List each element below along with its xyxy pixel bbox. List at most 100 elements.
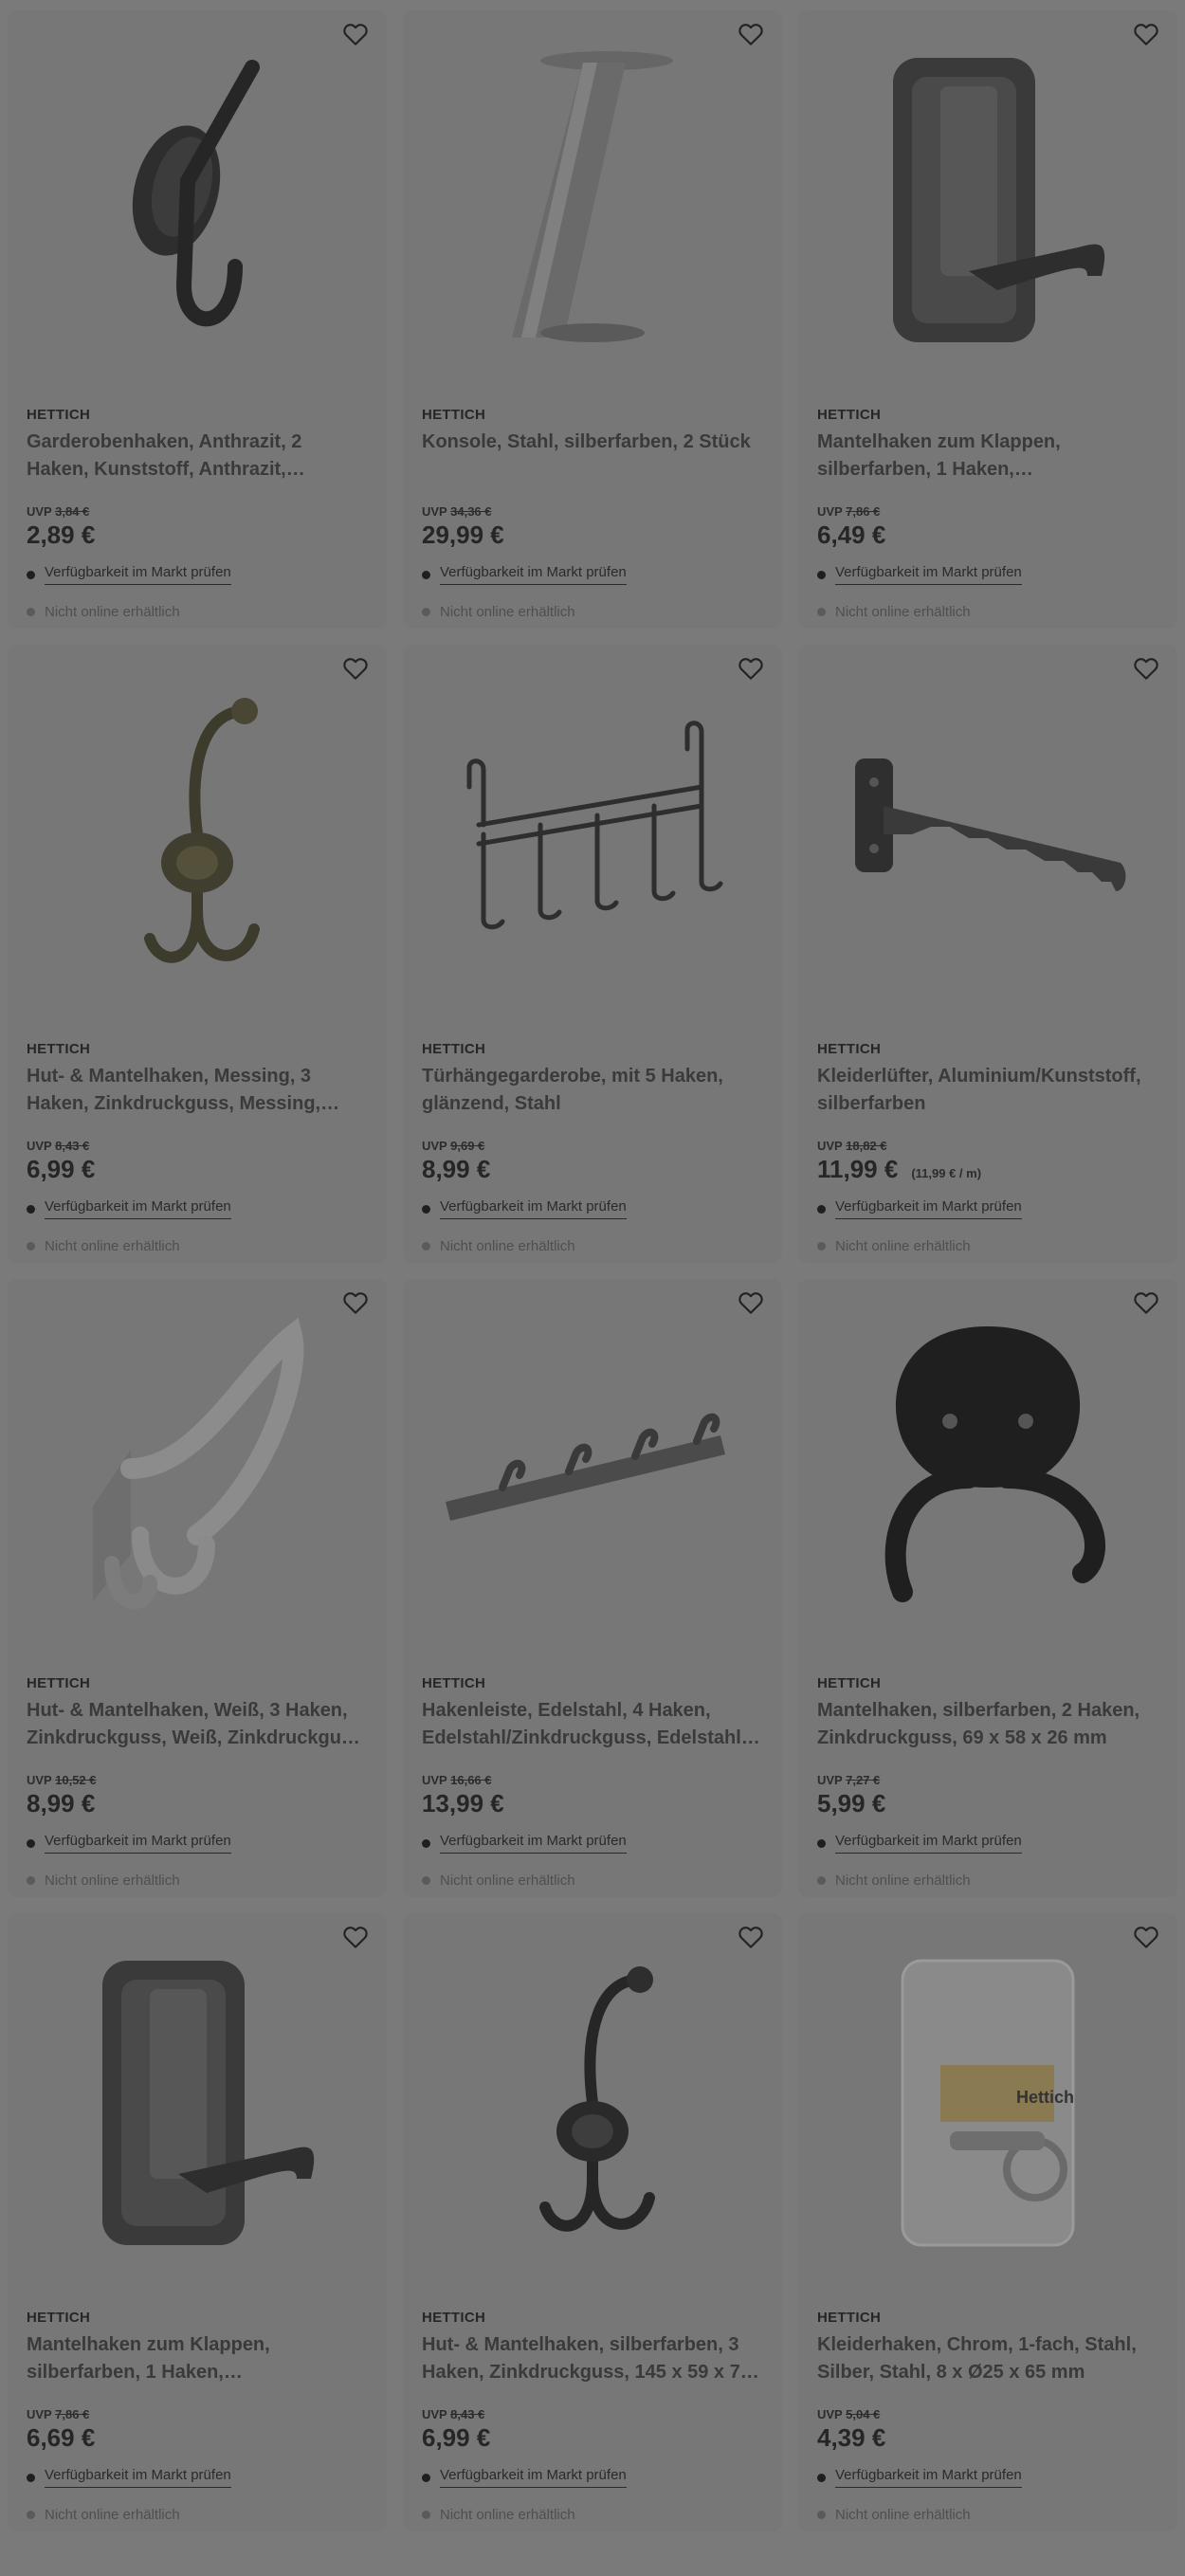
product-title[interactable]: Mantelhaken zum Klappen, silberfarben, 1… (817, 429, 1158, 484)
product-title[interactable]: Kleiderhaken, Chrom, 1-fach, Stahl, Silb… (817, 2331, 1158, 2386)
product-card-11[interactable]: HETTICH Hut- & Mantelhaken, silberfarben… (403, 1913, 782, 2531)
product-price: 11,99 € (817, 1155, 899, 1183)
product-brand: HETTICH (817, 1675, 882, 1691)
product-image[interactable] (422, 1913, 763, 2293)
check-availability-link[interactable]: Verfügbarkeit im Markt prüfen (440, 564, 627, 585)
heart-icon[interactable] (737, 1923, 765, 1951)
check-availability-link[interactable]: Verfügbarkeit im Markt prüfen (45, 2467, 231, 2488)
product-card-4[interactable]: HETTICH Hut- & Mantelhaken, Messing, 3 H… (8, 645, 387, 1263)
availability-dot (817, 570, 826, 579)
heart-icon[interactable] (341, 1288, 370, 1317)
product-title[interactable]: Hakenleiste, Edelstahl, 4 Haken, Edelsta… (422, 1697, 763, 1752)
online-status-dot (817, 1876, 826, 1885)
check-availability-link[interactable]: Verfügbarkeit im Markt prüfen (835, 1198, 1022, 1219)
check-availability-link[interactable]: Verfügbarkeit im Markt prüfen (45, 1833, 231, 1854)
heart-icon[interactable] (737, 654, 765, 683)
product-grid: HETTICH Garderobenhaken, Anthrazit, 2 Ha… (0, 0, 1185, 2531)
product-title[interactable]: Hut- & Mantelhaken, silberfarben, 3 Hake… (422, 2331, 763, 2386)
uvp-price: UVP 3,84 € (27, 504, 90, 519)
product-image[interactable] (817, 645, 1158, 1024)
heart-icon[interactable] (341, 654, 370, 683)
uvp-price: UVP 8,43 € (27, 1139, 90, 1153)
availability-dot (27, 570, 35, 579)
product-title[interactable]: Kleiderlüfter, Aluminium/Kunststoff, sil… (817, 1063, 1158, 1118)
check-availability-link[interactable]: Verfügbarkeit im Markt prüfen (440, 1198, 627, 1219)
product-image[interactable]: Hettich (817, 1913, 1158, 2293)
product-title[interactable]: Garderobenhaken, Anthrazit, 2 Haken, Kun… (27, 429, 368, 484)
product-image[interactable] (817, 1279, 1158, 1658)
product-brand: HETTICH (27, 1041, 91, 1057)
online-status: Nicht online erhältlich (440, 604, 575, 620)
check-availability-link[interactable]: Verfügbarkeit im Markt prüfen (45, 1198, 231, 1219)
online-status-dot (27, 2511, 35, 2519)
online-status: Nicht online erhältlich (440, 1873, 575, 1889)
product-card-8[interactable]: HETTICH Hakenleiste, Edelstahl, 4 Haken,… (403, 1279, 782, 1897)
heart-icon[interactable] (1132, 654, 1160, 683)
online-status: Nicht online erhältlich (45, 2507, 180, 2523)
product-title[interactable]: Mantelhaken, silberfarben, 2 Haken, Zink… (817, 1697, 1158, 1752)
product-brand: HETTICH (422, 2310, 486, 2326)
online-status-dot (27, 1242, 35, 1251)
product-price: 8,99 € (27, 1789, 96, 1818)
heart-icon[interactable] (737, 1288, 765, 1317)
product-card-6[interactable]: HETTICH Kleiderlüfter, Aluminium/Kunstst… (798, 645, 1177, 1263)
heart-icon[interactable] (1132, 1923, 1160, 1951)
heart-icon[interactable] (341, 20, 370, 48)
online-status-dot (817, 1242, 826, 1251)
product-brand: HETTICH (27, 1675, 91, 1691)
product-image[interactable] (27, 10, 368, 390)
product-card-5[interactable]: HETTICH Türhängegarderobe, mit 5 Haken, … (403, 645, 782, 1263)
availability-dot (422, 570, 430, 579)
product-card-10[interactable]: HETTICH Mantelhaken zum Klappen, silberf… (8, 1913, 387, 2531)
product-title[interactable]: Mantelhaken zum Klappen, silberfarben, 1… (27, 2331, 368, 2386)
product-image[interactable] (422, 10, 763, 390)
availability-dot (422, 2473, 430, 2482)
unit-price: (11,99 € / m) (911, 1166, 982, 1180)
availability-dot (27, 2473, 35, 2482)
check-availability-link[interactable]: Verfügbarkeit im Markt prüfen (45, 564, 231, 585)
heart-icon[interactable] (1132, 1288, 1160, 1317)
product-title[interactable]: Türhängegarderobe, mit 5 Haken, glänzend… (422, 1063, 763, 1118)
product-image[interactable] (817, 10, 1158, 390)
product-image[interactable] (27, 645, 368, 1024)
product-card-2[interactable]: HETTICH Konsole, Stahl, silberfarben, 2 … (403, 10, 782, 629)
pack-brand-label: Hettich (1016, 2088, 1074, 2107)
product-image[interactable] (422, 645, 763, 1024)
heart-icon[interactable] (737, 20, 765, 48)
product-brand: HETTICH (817, 407, 882, 423)
check-availability-link[interactable]: Verfügbarkeit im Markt prüfen (835, 2467, 1022, 2488)
online-status: Nicht online erhältlich (440, 2507, 575, 2523)
check-availability-link[interactable]: Verfügbarkeit im Markt prüfen (440, 2467, 627, 2488)
product-image[interactable] (422, 1279, 763, 1658)
online-status: Nicht online erhältlich (835, 2507, 971, 2523)
online-status: Nicht online erhältlich (835, 604, 971, 620)
product-card-3[interactable]: HETTICH Mantelhaken zum Klappen, silberf… (798, 10, 1177, 629)
product-title[interactable]: Hut- & Mantelhaken, Weiß, 3 Haken, Zinkd… (27, 1697, 368, 1752)
uvp-price: UVP 10,52 € (27, 1773, 97, 1787)
product-price: 29,99 € (422, 521, 504, 549)
availability-dot (422, 1838, 430, 1848)
product-brand: HETTICH (422, 407, 486, 423)
product-image[interactable] (27, 1913, 368, 2293)
product-price: 13,99 € (422, 1789, 504, 1818)
product-title[interactable]: Konsole, Stahl, silberfarben, 2 Stück (422, 429, 763, 484)
product-title[interactable]: Hut- & Mantelhaken, Messing, 3 Haken, Zi… (27, 1063, 368, 1118)
product-card-12[interactable]: Hettich HETTICH Kleiderhaken, Chrom, 1-f… (798, 1913, 1177, 2531)
uvp-price: UVP 5,04 € (817, 2407, 881, 2421)
product-card-7[interactable]: HETTICH Hut- & Mantelhaken, Weiß, 3 Hake… (8, 1279, 387, 1897)
product-image[interactable] (27, 1279, 368, 1658)
heart-icon[interactable] (1132, 20, 1160, 48)
product-price: 4,39 € (817, 2423, 886, 2452)
heart-icon[interactable] (341, 1923, 370, 1951)
check-availability-link[interactable]: Verfügbarkeit im Markt prüfen (835, 564, 1022, 585)
online-status: Nicht online erhältlich (45, 604, 180, 620)
check-availability-link[interactable]: Verfügbarkeit im Markt prüfen (440, 1833, 627, 1854)
availability-dot (27, 1838, 35, 1848)
product-card-9[interactable]: HETTICH Mantelhaken, silberfarben, 2 Hak… (798, 1279, 1177, 1897)
online-status: Nicht online erhältlich (440, 1238, 575, 1254)
online-status-dot (27, 608, 35, 616)
online-status-dot (422, 608, 430, 616)
product-price: 6,69 € (27, 2423, 96, 2452)
product-card-1[interactable]: HETTICH Garderobenhaken, Anthrazit, 2 Ha… (8, 10, 387, 629)
check-availability-link[interactable]: Verfügbarkeit im Markt prüfen (835, 1833, 1022, 1854)
